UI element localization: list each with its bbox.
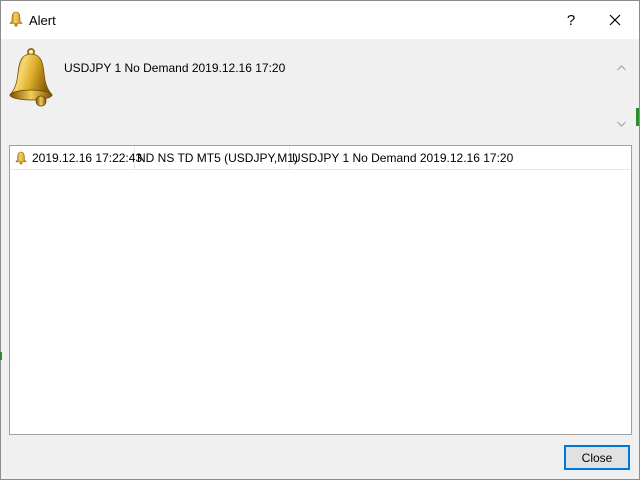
background-edge [636,108,639,126]
source-cell: ND NS TD MT5 (USDJPY,M1) [135,147,298,169]
scroll-down-button[interactable] [613,117,629,131]
help-button[interactable]: ? [549,1,593,39]
message-cell: USDJPY 1 No Demand 2019.12.16 17:20 [290,147,630,169]
close-button[interactable]: Close [564,445,630,470]
list-item[interactable]: 2019.12.16 17:22:43 ND NS TD MT5 (USDJPY… [11,147,630,170]
alert-bell-icon [9,48,53,107]
message-area: USDJPY 1 No Demand 2019.12.16 17:20 [1,39,639,141]
bell-icon [15,151,27,165]
alert-time: 2019.12.16 17:22:43 [32,151,143,165]
window-title: Alert [29,13,56,28]
alert-window: Alert ? USDJPY 1 No Demand 2019.12.16 17… [0,0,640,480]
scroll-up-button[interactable] [613,61,629,75]
chevron-up-icon [616,65,626,71]
chevron-down-icon [616,121,626,127]
background-edge [0,352,2,360]
bell-icon [9,11,23,27]
alert-row-message: USDJPY 1 No Demand 2019.12.16 17:20 [292,151,514,165]
close-icon [609,14,621,26]
title-bar[interactable]: Alert ? [1,1,639,39]
time-cell: 2019.12.16 17:22:43 [11,147,142,169]
alert-message-text: USDJPY 1 No Demand 2019.12.16 17:20 [64,61,286,75]
alert-source: ND NS TD MT5 (USDJPY,M1) [137,151,298,165]
close-window-button[interactable] [593,1,637,39]
alerts-list[interactable]: 2019.12.16 17:22:43 ND NS TD MT5 (USDJPY… [9,145,632,435]
